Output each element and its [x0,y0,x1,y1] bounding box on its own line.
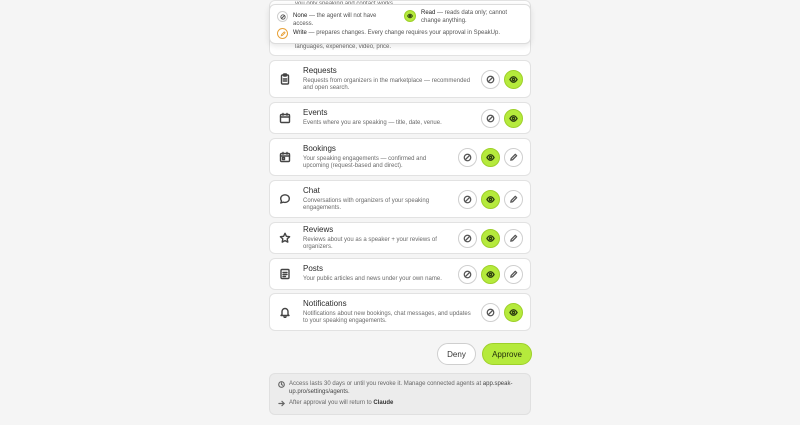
permission-none-button[interactable] [481,108,500,128]
section-desc: Reviews about you as a speaker + your re… [303,236,437,251]
chat-bubble-icon [278,193,291,206]
section-title: Chat [303,185,320,195]
permission-none-button[interactable] [481,302,500,322]
section-title: Events [303,108,328,118]
permission-legend: None — the agent will not have access. R… [269,4,531,44]
legend-write: Write — prepares changes. Every change r… [277,28,527,39]
document-icon [278,268,291,281]
section-desc: Notifications about new bookings, chat m… [303,310,471,325]
legend-none-label: None [293,13,308,19]
bell-icon [278,306,291,319]
section-title: Requests [303,65,337,75]
permission-read-button[interactable] [481,264,500,284]
pencil-icon [277,28,288,39]
section-title: Bookings [303,143,336,153]
legend-none: None — the agent will not have access. [277,11,397,28]
section-desc: Your speaking engagements — confirmed an… [303,155,427,170]
permission-read-button[interactable] [481,147,500,167]
permission-write-button[interactable] [504,264,523,284]
section-card-bookings: Bookings Your speaking engagements — con… [269,138,531,176]
permission-none-button[interactable] [458,147,477,167]
permission-write-button[interactable] [504,147,523,167]
return-text: After approval you will return to [289,400,374,406]
deny-button[interactable]: Deny [437,343,476,365]
return-app-name: Claude [373,400,394,406]
permission-read-button[interactable] [504,69,523,89]
calendar-check-icon [278,151,291,164]
return-row: After approval you will return to Claude [278,399,522,407]
permission-none-button[interactable] [458,189,477,209]
permission-none-button[interactable] [481,69,500,89]
approve-button[interactable]: Approve [482,343,532,365]
section-desc: Your public articles and news under your… [303,276,442,283]
access-duration-end: . [348,389,350,395]
access-duration-text: Access lasts 30 days or until you revoke… [289,381,483,387]
clock-icon [278,381,285,388]
section-card-chat: Chat Conversations with organizers of yo… [269,180,531,218]
section-desc: Requests from organizers in the marketpl… [303,77,471,92]
section-desc: Events where you are speaking — title, d… [303,120,442,127]
none-icon [277,11,288,22]
access-duration-row: Access lasts 30 days or until you revoke… [278,380,522,396]
permission-none-button[interactable] [458,228,477,248]
permission-write-button[interactable] [504,228,523,248]
permission-read-button[interactable] [504,108,523,128]
eye-icon [404,10,416,22]
permission-write-button[interactable] [504,189,523,209]
section-card-notifications: Notifications Notifications about new bo… [269,293,531,331]
star-icon [278,232,291,245]
section-title: Posts [303,264,324,274]
legend-read: Read — reads data only; cannot change an… [404,10,528,25]
permission-none-button[interactable] [458,264,477,284]
permission-read-button[interactable] [481,228,500,248]
section-title: Notifications [303,298,347,308]
permission-read-button[interactable] [504,302,523,322]
section-title: Reviews [303,224,334,234]
access-info-box: Access lasts 30 days or until you revoke… [269,373,531,415]
consent-actions: Deny Approve [437,343,532,365]
section-card-posts: Posts Your public articles and news unde… [269,258,531,290]
calendar-icon [278,112,291,125]
permission-read-button[interactable] [481,189,500,209]
legend-write-text: — prepares changes. Every change require… [306,30,500,36]
profile-section-desc: languages, experience, video, price. [295,44,392,50]
clipboard-icon [278,73,291,86]
section-desc: Conversations with organizers of your sp… [303,197,430,212]
section-card-requests: Requests Requests from organizers in the… [269,60,531,98]
arrow-right-icon [278,400,285,407]
legend-read-label: Read [421,10,436,16]
section-card-events: Events Events where you are speaking — t… [269,102,531,134]
section-card-reviews: Reviews Reviews about you as a speaker +… [269,222,531,254]
legend-write-label: Write [293,30,307,36]
